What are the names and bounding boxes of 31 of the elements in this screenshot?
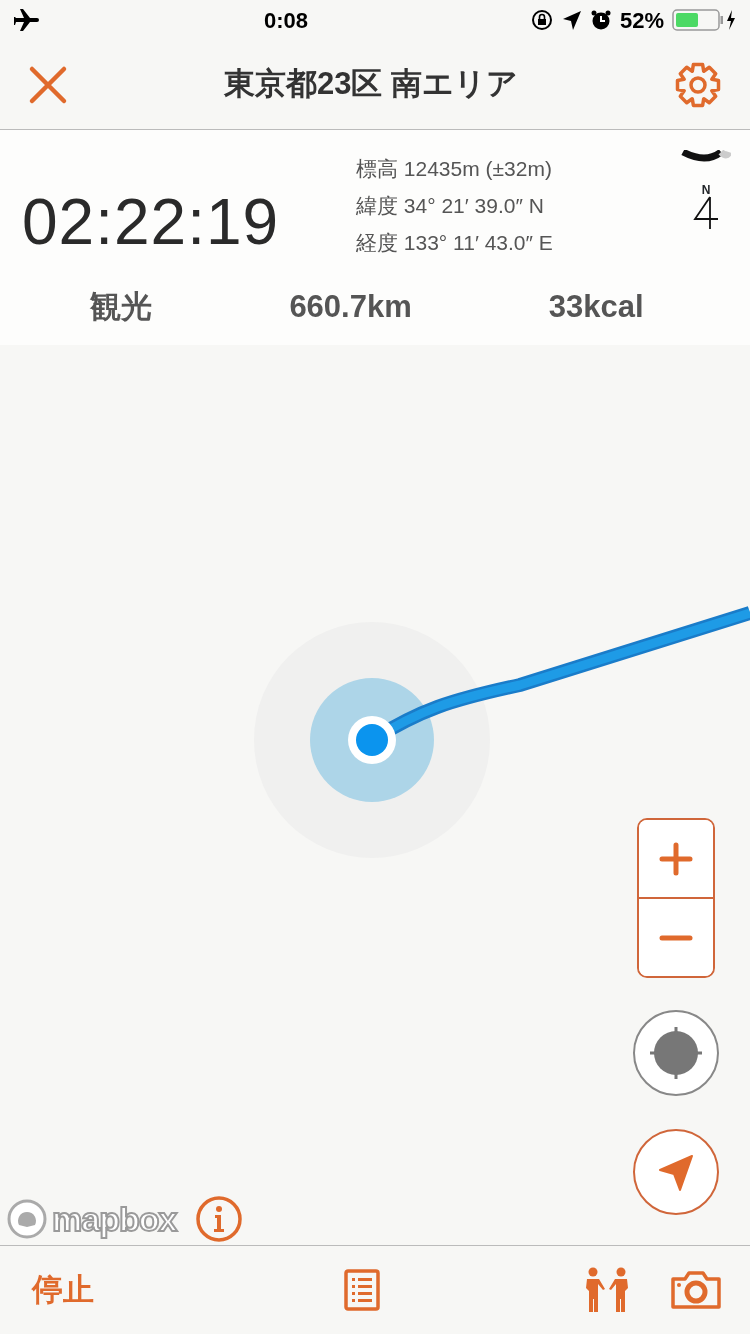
page-title: 東京都23区 南エリア	[223, 65, 519, 104]
zoom-out-button[interactable]	[639, 897, 713, 976]
navigation-arrow-icon	[656, 1152, 696, 1192]
airplane-icon	[14, 8, 42, 32]
plus-icon	[659, 841, 693, 876]
rotation-lock-icon	[529, 8, 554, 32]
activity-type: 観光	[90, 288, 153, 326]
battery-percent: 52%	[619, 6, 664, 35]
compass-north-label: N	[701, 184, 711, 196]
north-arrow-icon	[693, 196, 719, 230]
coordinate-line: 緯度 34° 21′ 39.0″ N	[356, 193, 545, 219]
elapsed-time: 02:22:19	[22, 185, 281, 260]
camera-button[interactable]	[670, 1270, 722, 1310]
calories-value: 33kcal	[548, 288, 644, 326]
close-button[interactable]	[28, 64, 68, 105]
current-location-dot	[348, 716, 396, 764]
coordinate-line: 経度 133° 11′ 43.0″ E	[356, 230, 554, 256]
status-time: 0:08	[263, 6, 308, 35]
mapbox-logo-text: mapbox	[52, 1202, 177, 1236]
info-button[interactable]	[195, 1195, 243, 1243]
battery-charging-icon	[672, 9, 736, 31]
location-arrow-icon	[561, 9, 582, 31]
alarm-clock-icon	[589, 9, 612, 31]
stop-button[interactable]: 停止	[32, 1266, 94, 1314]
mapbox-logo-icon	[6, 1198, 48, 1240]
list-button[interactable]	[344, 1269, 380, 1311]
people-button[interactable]	[584, 1267, 630, 1313]
coordinate-line: 標高 12435m (±32m)	[356, 156, 553, 182]
settings-button[interactable]	[674, 60, 722, 109]
distance-value: 660.7km	[289, 288, 412, 326]
crosshair-icon	[648, 1025, 704, 1081]
